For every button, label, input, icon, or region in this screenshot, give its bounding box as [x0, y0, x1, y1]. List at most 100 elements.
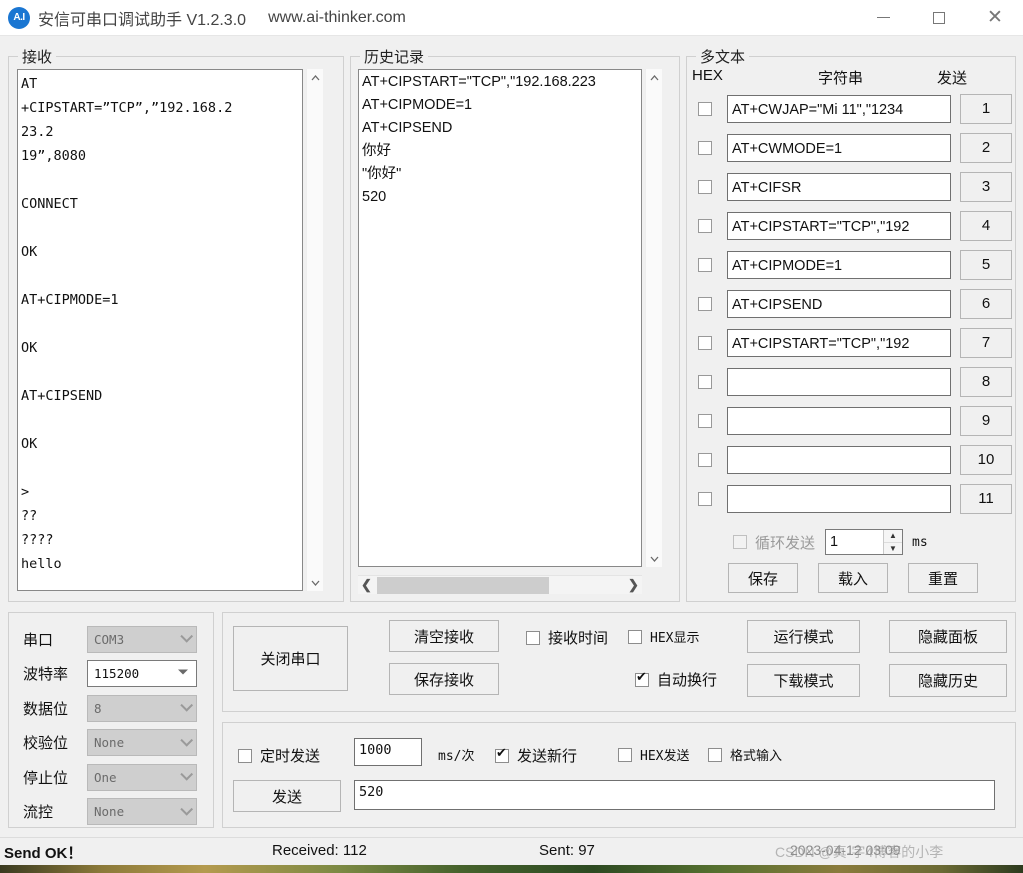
- serial-setting-select[interactable]: None: [87, 798, 197, 825]
- history-hscroll-thumb[interactable]: [377, 576, 549, 594]
- multitext-string-input[interactable]: AT+CIPSTART="TCP","192: [727, 211, 951, 240]
- multitext-hex-checkbox[interactable]: [698, 335, 712, 350]
- serial-setting-value: None: [94, 804, 125, 819]
- spin-up-icon[interactable]: ▲: [884, 530, 903, 543]
- multitext-string-input[interactable]: AT+CWJAP="Mi 11","1234: [727, 94, 951, 123]
- multitext-send-button[interactable]: 6: [960, 288, 1012, 319]
- loop-interval-value[interactable]: 1: [826, 530, 883, 554]
- history-list[interactable]: AT+CIPSTART="TCP","192.168.223 AT+CIPMOD…: [358, 69, 642, 567]
- hex-display-checkbox[interactable]: [628, 629, 642, 644]
- status-message: Send OK！: [4, 845, 83, 862]
- multitext-reset-button[interactable]: 重置: [908, 563, 978, 593]
- multitext-hex-checkbox[interactable]: [698, 179, 712, 194]
- multitext-string-input[interactable]: [727, 445, 951, 474]
- timed-send-checkbox[interactable]: [238, 748, 252, 763]
- multitext-hex-checkbox[interactable]: [698, 101, 712, 116]
- timed-send-checkbox-group[interactable]: 定时发送: [238, 745, 320, 766]
- scroll-up-icon[interactable]: [307, 69, 324, 86]
- serial-setting-select[interactable]: One: [87, 763, 197, 791]
- auto-wrap-checkbox-group[interactable]: 自动换行: [635, 669, 717, 690]
- close-button[interactable]: ✕: [967, 0, 1023, 36]
- multitext-hex-checkbox[interactable]: [698, 296, 712, 311]
- multitext-hex-checkbox[interactable]: [698, 374, 712, 389]
- serial-setting-label: 流控: [23, 804, 54, 821]
- multitext-load-button[interactable]: 载入: [818, 563, 888, 593]
- hex-send-checkbox[interactable]: [618, 747, 632, 762]
- recv-time-checkbox[interactable]: [526, 630, 540, 645]
- history-horizontal-scrollbar[interactable]: ❮ ❯: [358, 575, 642, 594]
- loop-interval-stepper[interactable]: 1 ▲ ▼: [825, 529, 904, 555]
- multitext-save-button[interactable]: 保存: [728, 563, 798, 593]
- send-button[interactable]: 发送: [233, 780, 341, 812]
- send-text-input[interactable]: 520: [354, 780, 995, 810]
- receive-textarea[interactable]: AT +CIPSTART=”TCP”,”192.168.2 23.2 19”,8…: [17, 69, 303, 591]
- multitext-send-button[interactable]: 7: [960, 327, 1012, 358]
- history-hscroll-track[interactable]: [375, 576, 625, 595]
- history-panel-legend: 历史记录: [360, 46, 429, 67]
- send-newline-checkbox-group[interactable]: 发送新行: [495, 745, 577, 766]
- multitext-string-input[interactable]: AT+CIPMODE=1: [727, 250, 951, 279]
- multitext-string-input[interactable]: [727, 406, 951, 435]
- clear-receive-button[interactable]: 清空接收: [389, 620, 499, 652]
- multitext-hex-checkbox[interactable]: [698, 452, 712, 467]
- multitext-send-button[interactable]: 9: [960, 405, 1012, 436]
- multitext-hex-checkbox[interactable]: [698, 257, 712, 272]
- multitext-hex-checkbox[interactable]: [698, 140, 712, 155]
- loop-interval-spin-buttons: ▲ ▼: [883, 530, 903, 555]
- format-input-label: 格式输入: [730, 749, 783, 764]
- format-input-checkbox-group[interactable]: 格式输入: [708, 745, 782, 764]
- serial-setting-row: 流控 None: [9, 795, 213, 829]
- timed-send-label: 定时发送: [260, 748, 321, 765]
- multitext-hex-checkbox[interactable]: [698, 218, 712, 233]
- history-scroll-up-icon[interactable]: [646, 69, 663, 86]
- download-mode-button[interactable]: 下载模式: [747, 664, 860, 697]
- multitext-hex-checkbox[interactable]: [698, 491, 712, 506]
- multitext-send-button[interactable]: 10: [960, 444, 1012, 475]
- multitext-send-button[interactable]: 2: [960, 132, 1012, 163]
- send-interval-input[interactable]: 1000: [354, 738, 422, 766]
- history-scroll-left-icon[interactable]: ❮: [358, 577, 375, 593]
- serial-setting-select[interactable]: None: [87, 729, 197, 756]
- multitext-send-button[interactable]: 3: [960, 171, 1012, 202]
- title-bar: A.I 安信可串口调试助手 V1.2.3.0 www.ai-thinker.co…: [0, 0, 1023, 36]
- multitext-send-button[interactable]: 5: [960, 249, 1012, 280]
- scroll-down-icon[interactable]: [307, 574, 324, 591]
- receive-panel: 接收 AT +CIPSTART=”TCP”,”192.168.2 23.2 19…: [8, 46, 344, 602]
- recv-time-checkbox-group[interactable]: 接收时间: [526, 627, 608, 648]
- multitext-send-button[interactable]: 11: [960, 483, 1012, 514]
- auto-wrap-checkbox[interactable]: [635, 670, 649, 687]
- minimize-button[interactable]: [855, 0, 911, 36]
- receive-vertical-scrollbar[interactable]: [306, 69, 323, 591]
- multitext-actions: 保存 载入 重置: [687, 562, 1015, 594]
- multitext-string-input[interactable]: [727, 367, 951, 396]
- spin-down-icon[interactable]: ▼: [884, 543, 902, 555]
- hex-send-checkbox-group[interactable]: HEX发送: [618, 745, 689, 764]
- chevron-down-icon: [178, 669, 188, 674]
- multitext-string-input[interactable]: [727, 484, 951, 513]
- serial-setting-select[interactable]: 115200: [87, 660, 197, 687]
- hide-panel-button[interactable]: 隐藏面板: [889, 620, 1007, 653]
- application-window: A.I 安信可串口调试助手 V1.2.3.0 www.ai-thinker.co…: [0, 0, 1023, 873]
- format-input-checkbox[interactable]: [708, 747, 722, 762]
- hide-history-button[interactable]: 隐藏历史: [889, 664, 1007, 697]
- multitext-string-input[interactable]: AT+CIFSR: [727, 172, 951, 201]
- multitext-send-button[interactable]: 8: [960, 366, 1012, 397]
- close-port-button[interactable]: 关闭串口: [233, 626, 348, 691]
- maximize-button[interactable]: [911, 0, 967, 36]
- multitext-send-button[interactable]: 4: [960, 210, 1012, 241]
- multitext-string-input[interactable]: AT+CIPSEND: [727, 289, 951, 318]
- multitext-hex-checkbox[interactable]: [698, 413, 712, 428]
- history-vertical-scrollbar[interactable]: [645, 69, 662, 567]
- serial-setting-select[interactable]: 8: [87, 694, 197, 722]
- send-newline-checkbox[interactable]: [495, 746, 509, 763]
- serial-setting-select[interactable]: COM3: [87, 625, 197, 653]
- multitext-string-input[interactable]: AT+CWMODE=1: [727, 133, 951, 162]
- multitext-string-input[interactable]: AT+CIPSTART="TCP","192: [727, 328, 951, 357]
- run-mode-button[interactable]: 运行模式: [747, 620, 860, 653]
- save-receive-button[interactable]: 保存接收: [389, 663, 499, 695]
- history-scroll-right-icon[interactable]: ❯: [625, 577, 642, 593]
- history-scroll-down-icon[interactable]: [646, 550, 663, 567]
- loop-send-checkbox[interactable]: [733, 535, 747, 549]
- hex-display-checkbox-group[interactable]: HEX显示: [628, 627, 699, 646]
- multitext-send-button[interactable]: 1: [960, 93, 1012, 124]
